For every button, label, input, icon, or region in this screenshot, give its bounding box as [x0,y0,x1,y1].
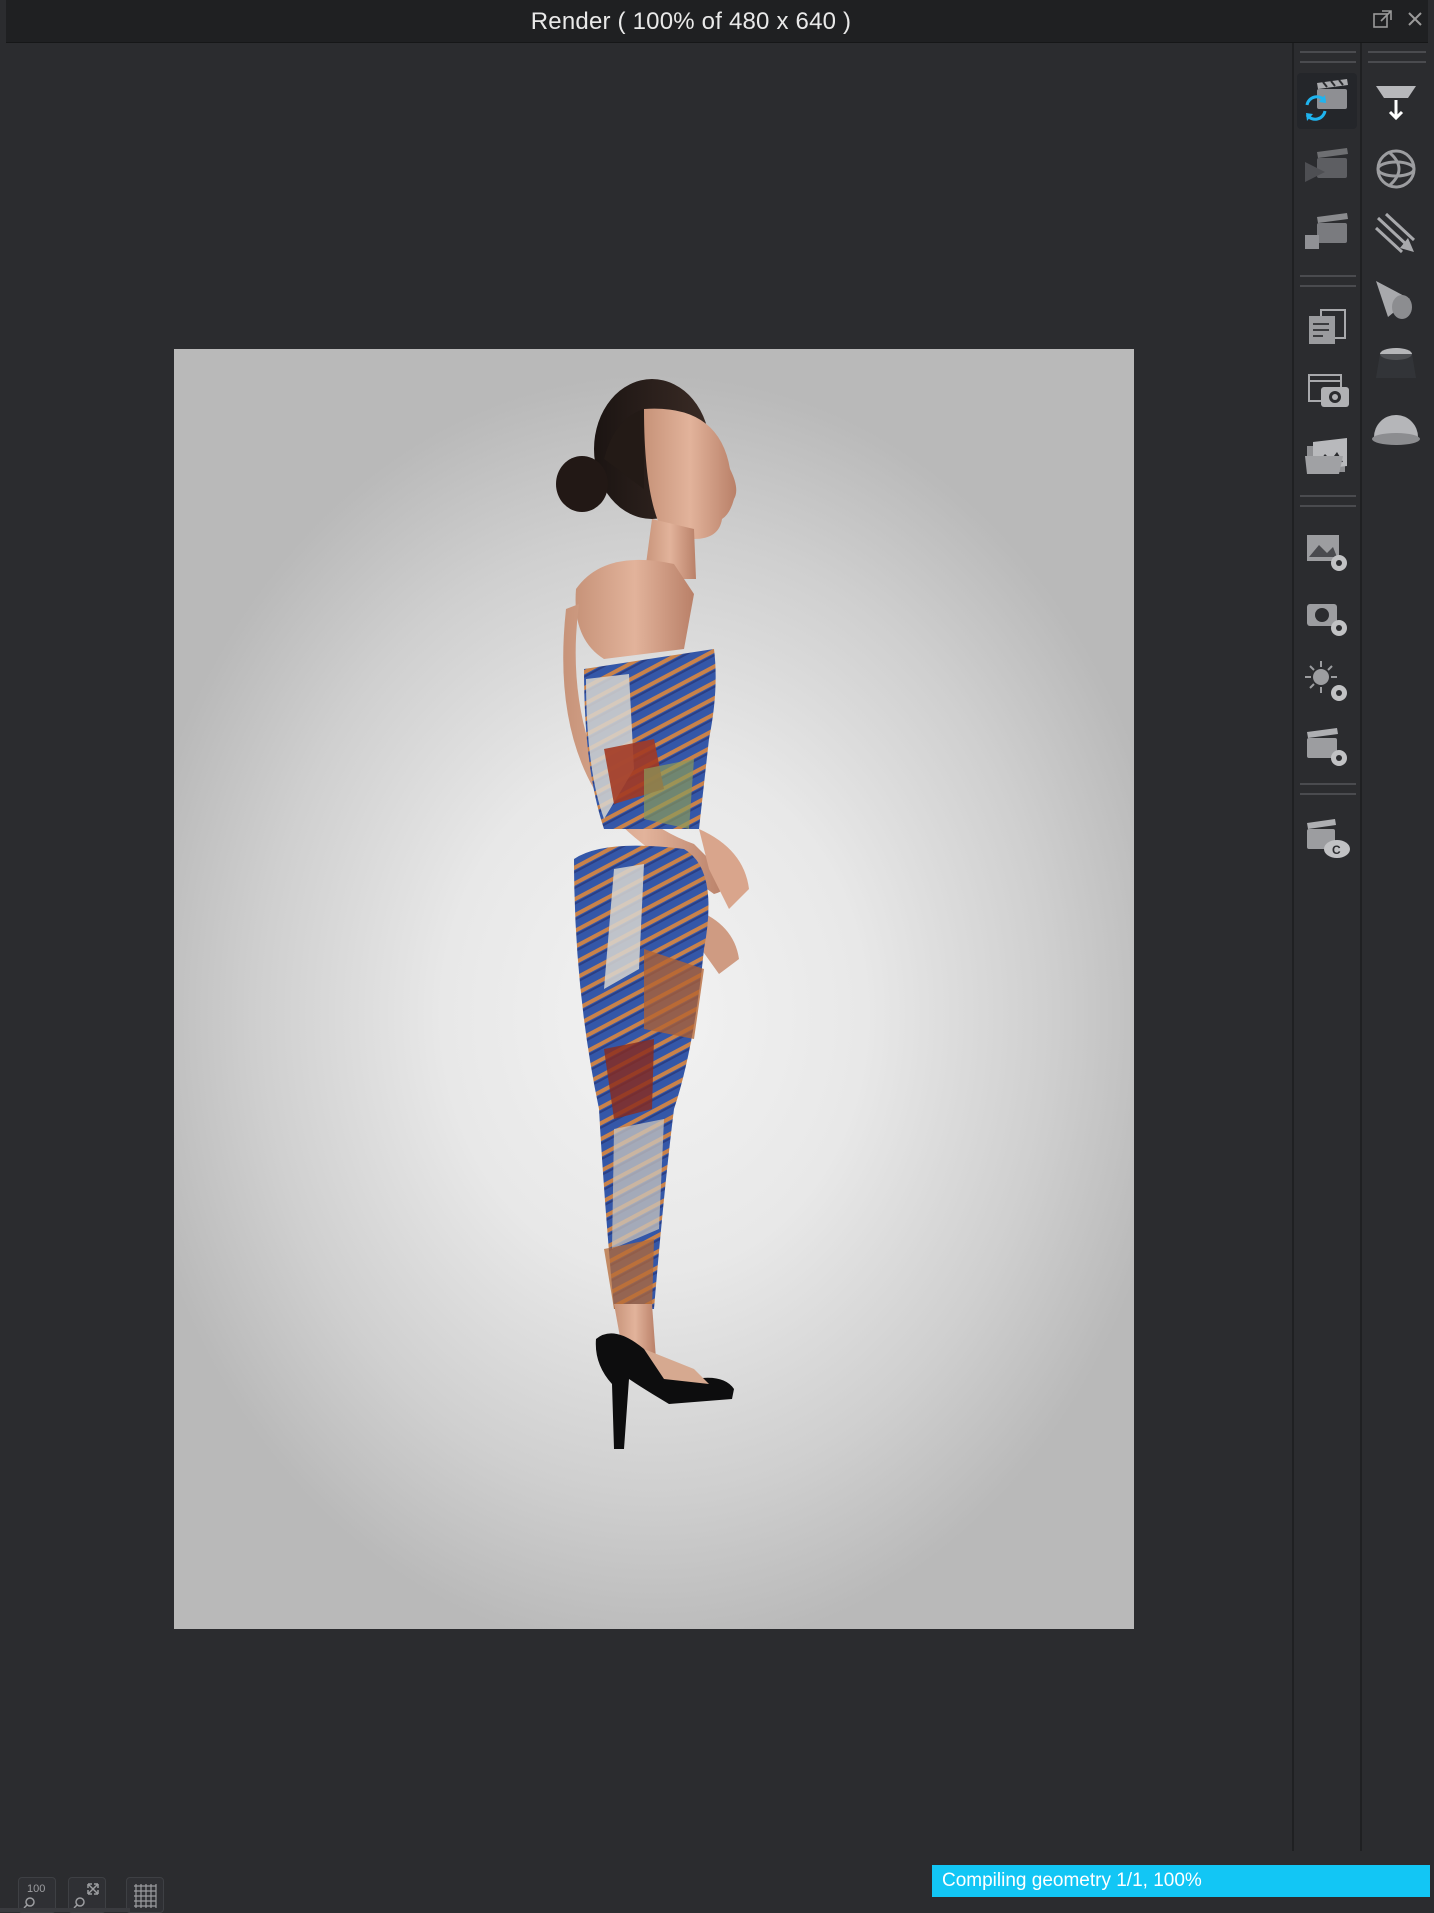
light-settings-icon[interactable] [1297,653,1357,709]
drop-light-icon[interactable] [1366,76,1426,132]
cloud-render-icon[interactable]: C [1297,811,1357,867]
area-light-icon[interactable] [1366,336,1426,392]
grid-icon[interactable] [126,1877,164,1913]
camera-settings-icon[interactable] [1297,588,1357,644]
window-title: Render ( 100% of 480 x 640 ) [530,8,852,35]
popout-icon[interactable] [1372,8,1394,30]
render-play-icon[interactable] [1297,138,1357,194]
toolbar-separator [1360,43,1362,1851]
zoom-100-label: 100 [27,1883,45,1895]
environment-icon[interactable] [1366,141,1426,197]
toolbar-separator [1292,43,1294,1851]
toolbar-grip [1300,783,1356,795]
bottom-divider [0,1908,130,1912]
status-text: Compiling geometry 1/1, 100% [942,1870,1202,1891]
dome-light-icon[interactable] [1366,401,1426,457]
toolbar-grip [1300,275,1356,287]
render-viewport[interactable] [6,43,1292,1843]
directional-light-icon[interactable] [1366,206,1426,262]
image-settings-icon[interactable] [1297,523,1357,579]
toolbar-grip [1300,495,1356,507]
save-render-icon[interactable] [1297,363,1357,419]
render-refresh-icon[interactable] [1297,73,1357,129]
open-render-icon[interactable] [1297,428,1357,484]
render-settings-icon[interactable] [1297,718,1357,774]
toolbar-grip[interactable] [1368,51,1426,63]
svg-text:C: C [1332,843,1341,857]
window-titlebar: Render ( 100% of 480 x 640 ) [6,0,1428,43]
close-icon[interactable] [1404,8,1426,30]
status-progress-bar: Compiling geometry 1/1, 100% [932,1865,1430,1897]
toolbar-grip[interactable] [1300,51,1356,63]
render-image [174,349,1134,1629]
render-region-icon[interactable] [1297,203,1357,259]
copy-render-icon[interactable] [1297,298,1357,354]
spot-light-icon[interactable] [1366,271,1426,327]
